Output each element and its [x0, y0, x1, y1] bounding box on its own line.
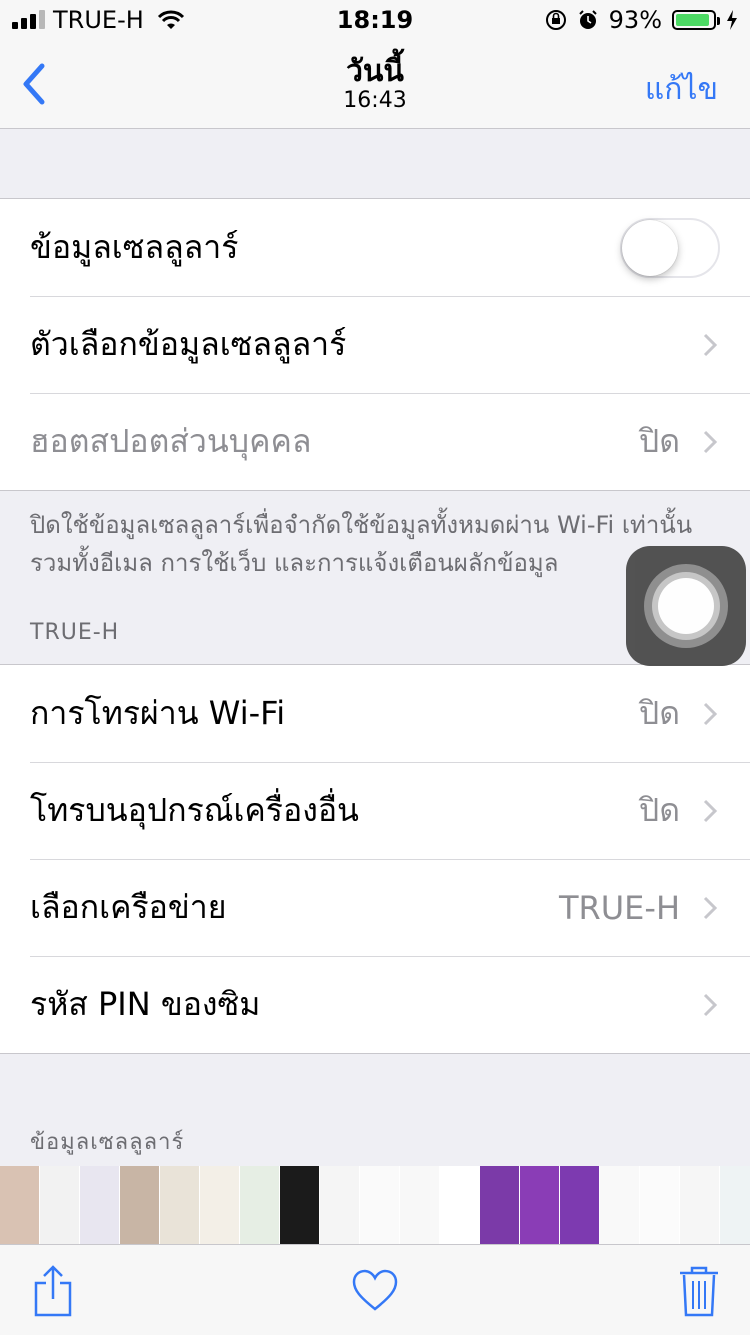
edit-button[interactable]: แก้ไข [645, 66, 718, 113]
cellular-group: ข้อมูลเซลลูลาร์ ตัวเลือกข้อมูลเซลลูลาร์ … [0, 198, 750, 491]
network-selection-row[interactable]: เลือกเครือข่าย TRUE-H [0, 859, 750, 956]
thumbnail[interactable] [560, 1166, 600, 1244]
network-selection-label: เลือกเครือข่าย [30, 888, 227, 926]
status-bar: TRUE-H 18:19 93% [0, 0, 750, 40]
thumbnail[interactable] [80, 1166, 120, 1244]
thumbnail[interactable] [600, 1166, 640, 1244]
orientation-lock-icon [545, 10, 566, 30]
personal-hotspot-row[interactable]: ฮอตสปอตส่วนบุคคล ปิด [0, 393, 750, 490]
toggle-knob [622, 220, 678, 276]
chevron-right-icon [703, 702, 718, 726]
cellular-options-row[interactable]: ตัวเลือกข้อมูลเซลลูลาร์ [0, 296, 750, 393]
battery-icon [672, 10, 720, 30]
thumbnail[interactable] [120, 1166, 160, 1244]
thumbnail[interactable] [520, 1166, 560, 1244]
thumbnail[interactable] [360, 1166, 400, 1244]
alarm-icon [578, 10, 597, 29]
thumbnail[interactable] [400, 1166, 440, 1244]
thumbnail[interactable] [0, 1166, 40, 1244]
top-bar: TRUE-H 18:19 93% วันนี้ 16:43 แก้ไข [0, 0, 750, 129]
assistive-touch-button[interactable] [626, 546, 746, 666]
chevron-right-icon [703, 799, 718, 823]
sim-pin-row[interactable]: รหัส PIN ของซิม [0, 956, 750, 1053]
other-devices-calls-label: โทรบนอุปกรณ์เครื่องอื่น [30, 791, 359, 829]
footnote-line-1: ปิดใช้ข้อมูลเซลลูลาร์เพื่อจำกัดใช้ข้อมูล… [30, 511, 693, 539]
thumbnail[interactable] [480, 1166, 520, 1244]
carrier-group: การโทรผ่าน Wi-Fi ปิด โทรบนอุปกรณ์เครื่อง… [0, 664, 750, 1054]
cellular-data-toggle[interactable] [620, 218, 720, 278]
thumbnail[interactable] [440, 1166, 480, 1244]
status-right: 93% [545, 6, 738, 34]
trash-icon[interactable] [674, 1263, 724, 1319]
other-devices-calls-row[interactable]: โทรบนอุปกรณ์เครื่องอื่น ปิด [0, 762, 750, 859]
cellular-footnote: ปิดใช้ข้อมูลเซลลูลาร์เพื่อจำกัดใช้ข้อมูล… [30, 506, 730, 582]
thumbnail[interactable] [160, 1166, 200, 1244]
cellular-data-label: ข้อมูลเซลลูลาร์ [30, 228, 239, 266]
thumbnail[interactable] [200, 1166, 240, 1244]
wifi-calling-value: ปิด [638, 694, 680, 732]
heart-icon[interactable] [350, 1263, 400, 1319]
chevron-right-icon [703, 430, 718, 454]
bottom-toolbar [0, 1244, 750, 1335]
sim-pin-label: รหัส PIN ของซิม [30, 985, 261, 1023]
cellular-data-row[interactable]: ข้อมูลเซลลูลาร์ [0, 199, 750, 296]
wifi-calling-row[interactable]: การโทรผ่าน Wi-Fi ปิด [0, 665, 750, 762]
thumbnail[interactable] [280, 1166, 320, 1244]
thumbnail[interactable] [680, 1166, 720, 1244]
thumbnail[interactable] [320, 1166, 360, 1244]
charging-icon [727, 10, 737, 30]
battery-percent: 93% [608, 6, 662, 34]
chevron-right-icon [703, 993, 718, 1017]
personal-hotspot-value: ปิด [638, 422, 680, 460]
nav-subtitle: 16:43 [343, 88, 407, 113]
share-icon[interactable] [28, 1263, 78, 1319]
other-devices-calls-value: ปิด [638, 791, 680, 829]
thumbnail[interactable] [640, 1166, 680, 1244]
thumbnail[interactable] [240, 1166, 280, 1244]
section-header-true-h: TRUE-H [30, 620, 120, 645]
thumbnail[interactable] [720, 1166, 750, 1244]
wifi-calling-label: การโทรผ่าน Wi-Fi [30, 694, 286, 732]
network-selection-value: TRUE-H [558, 888, 680, 927]
chevron-right-icon [703, 896, 718, 920]
cellular-options-label: ตัวเลือกข้อมูลเซลลูลาร์ [30, 325, 347, 363]
section-header-cellular-data: ข้อมูลเซลลูลาร์ [30, 1130, 185, 1155]
thumbnail-strip[interactable] [0, 1166, 750, 1244]
chevron-right-icon [703, 333, 718, 357]
thumbnail[interactable] [40, 1166, 80, 1244]
personal-hotspot-label: ฮอตสปอตส่วนบุคคล [30, 422, 312, 460]
footnote-line-2: รวมทั้งอีเมล การใช้เว็บ และการแจ้งเตือนผ… [30, 549, 559, 577]
